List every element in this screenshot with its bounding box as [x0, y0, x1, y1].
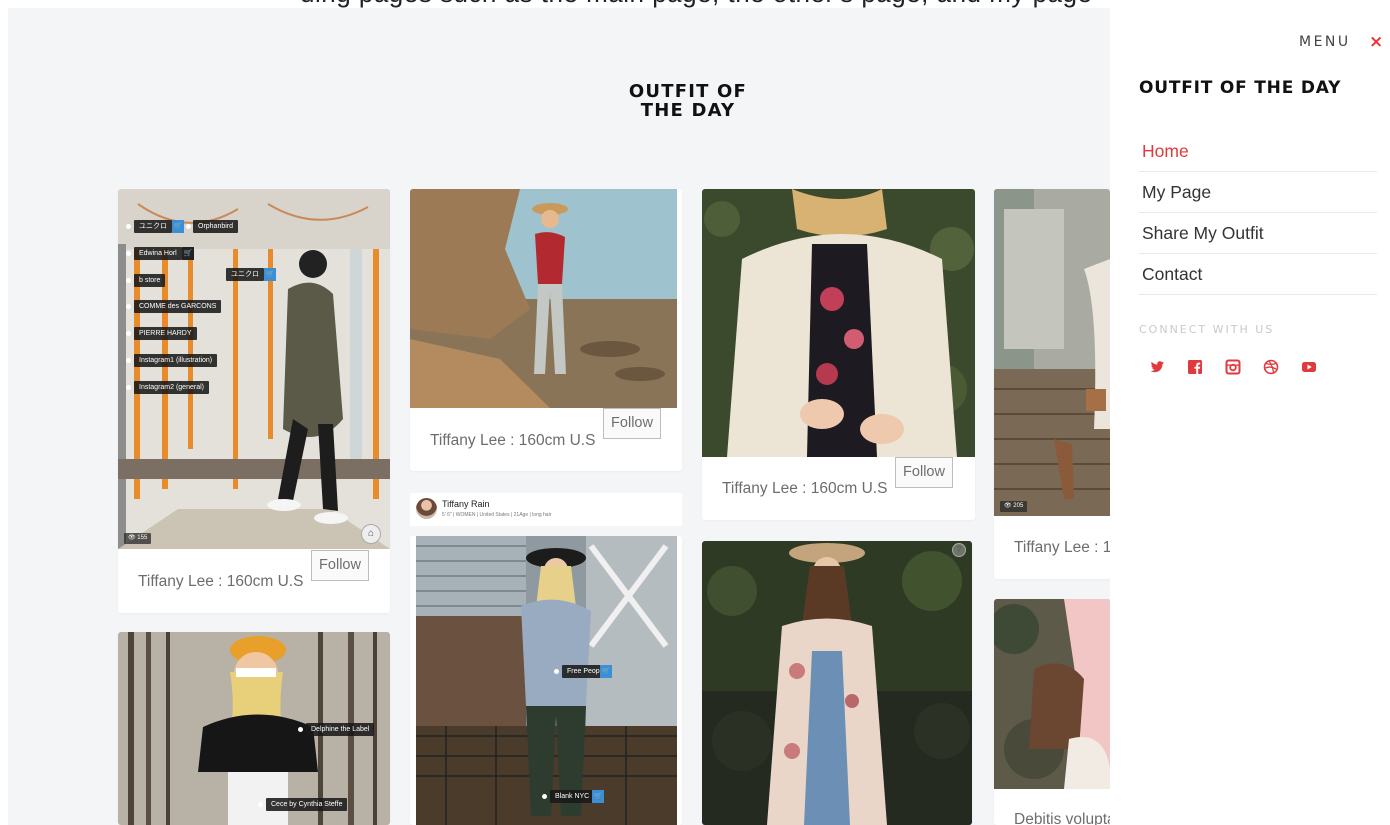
follow-button[interactable]: Follow — [895, 457, 953, 488]
product-tag[interactable]: Orphanbird — [193, 220, 239, 233]
handbag-photo-image — [994, 599, 1110, 789]
card-caption: Tiffany Lee : 16 — [1014, 539, 1110, 556]
menu-label: MENU — [1299, 34, 1351, 50]
beach-photo-image — [410, 189, 677, 408]
barn-photo-image — [416, 536, 677, 825]
social-links — [1148, 358, 1328, 378]
follow-button[interactable]: Follow — [311, 550, 369, 581]
product-tag[interactable]: Cece by Cynthia Steffe — [266, 798, 348, 811]
cutoff-heading: ding pages such as the main page, the ot… — [300, 0, 1092, 8]
tag-dot — [126, 358, 131, 363]
follow-button[interactable]: Follow — [603, 408, 661, 439]
tag-toggle-icon[interactable]: ⌂ — [361, 524, 381, 544]
tag-dot — [126, 304, 131, 309]
card-caption: Debitis volupta — [1014, 811, 1110, 825]
outfit-card[interactable]: ユニクロ 🛒 Orphanbird Edwina Horl 🛒 b store … — [118, 189, 390, 613]
avatar[interactable] — [416, 498, 437, 519]
product-tag[interactable]: PIERRE HARDY — [134, 327, 197, 340]
tag-dot — [298, 727, 303, 732]
product-tag[interactable]: COMME des GARCONS — [134, 300, 222, 313]
menu-item-home[interactable]: Home — [1139, 131, 1377, 172]
outfit-photo[interactable] — [410, 189, 677, 408]
tag-dot — [542, 794, 547, 799]
cart-icon[interactable]: 🛒 — [172, 220, 184, 233]
view-count-badge: 👁 205 — [1000, 501, 1028, 512]
profile-name[interactable]: Tiffany Rain — [442, 499, 490, 509]
menu-title: OUTFIT OF THE DAY — [1139, 78, 1342, 98]
tag-dot — [554, 669, 559, 674]
product-tag[interactable]: ユニクロ — [134, 220, 172, 233]
kimono-photo-image — [702, 541, 972, 825]
close-icon[interactable]: × — [1369, 32, 1383, 52]
cart-icon[interactable]: 🛒 — [600, 665, 612, 678]
user-profile-header[interactable]: Tiffany Rain 5' 6" | WOMEN | United Stat… — [410, 493, 682, 526]
card-caption: Tiffany Lee : 160cm U.S — [430, 432, 596, 449]
menu-item-my-page[interactable]: My Page — [1139, 172, 1377, 213]
cart-icon[interactable]: 🛒 — [592, 790, 604, 803]
main-content: OUTFIT OF THE DAY ユニクロ 🛒 Orphanbird Edwi… — [8, 8, 1110, 825]
product-tag[interactable]: Instagram2 (general) — [134, 381, 209, 394]
menu-item-contact[interactable]: Contact — [1139, 254, 1377, 295]
twitter-icon[interactable] — [1148, 358, 1166, 376]
tag-dot — [126, 251, 131, 256]
outfit-photo[interactable] — [702, 189, 975, 457]
tag-dot — [126, 224, 131, 229]
bookmark-icon[interactable]: ? — [952, 543, 966, 557]
outfit-photo[interactable]: Delphine the Label Cece by Cynthia Steff… — [118, 632, 390, 825]
product-tag[interactable]: ユニクロ — [226, 268, 264, 281]
teddy-coat-photo-image — [702, 189, 975, 457]
outfit-photo[interactable]: ユニクロ 🛒 Orphanbird Edwina Horl 🛒 b store … — [118, 189, 390, 549]
outfit-card[interactable]: Delphine the Label Cece by Cynthia Steff… — [118, 632, 390, 825]
product-tag[interactable]: Instagram1 (illustration) — [134, 354, 218, 367]
tag-dot — [126, 278, 131, 283]
page-title-line2: THE DAY — [640, 100, 736, 121]
card-caption: Tiffany Lee : 160cm U.S — [722, 480, 888, 497]
outfit-card[interactable]: Tiffany Lee : 160cm U.S Follow — [410, 189, 682, 471]
porch-photo-image — [994, 189, 1110, 516]
outfit-photo[interactable]: Free People 🛒 Blank NYC 🛒 — [416, 536, 677, 825]
product-tag[interactable]: Delphine the Label — [306, 723, 375, 736]
page-title-line1: OUTFIT OF — [628, 81, 748, 102]
cart-icon[interactable]: 🛒 — [264, 268, 276, 281]
tag-dot — [186, 224, 191, 229]
outfit-photo[interactable] — [994, 599, 1110, 789]
menu-panel: MENU × OUTFIT OF THE DAY Home My Page Sh… — [1110, 0, 1390, 825]
subway-photo-image — [118, 189, 390, 549]
facebook-icon[interactable] — [1186, 358, 1204, 376]
product-tag[interactable]: b store — [134, 274, 166, 287]
card-caption: Tiffany Lee : 160cm U.S — [138, 573, 304, 590]
product-tag[interactable]: Blank NYC — [550, 790, 595, 803]
view-count-badge: 👁 155 — [124, 533, 152, 544]
tag-dot — [126, 331, 131, 336]
top-cutoff-text: ding pages such as the main page, the ot… — [0, 0, 1110, 8]
instagram-icon[interactable] — [1224, 358, 1242, 376]
outfit-card[interactable]: Debitis volupta — [994, 599, 1110, 825]
page-title: OUTFIT OF THE DAY — [568, 82, 808, 120]
menu-nav: Home My Page Share My Outfit Contact — [1139, 131, 1377, 295]
outfit-card[interactable]: ? — [702, 541, 972, 825]
dribbble-icon[interactable] — [1262, 358, 1280, 376]
menu-item-share-my-outfit[interactable]: Share My Outfit — [1139, 213, 1377, 254]
outfit-card[interactable]: Free People 🛒 Blank NYC 🛒 — [410, 536, 682, 825]
tag-dot — [126, 385, 131, 390]
profile-meta: 5' 6" | WOMEN | United States | 21Age | … — [442, 512, 552, 518]
outfit-card[interactable]: Tiffany Lee : 160cm U.S Follow — [702, 189, 975, 520]
youtube-icon[interactable] — [1300, 358, 1318, 376]
outfit-card[interactable]: 👁 205 Tiffany Lee : 16 — [994, 189, 1110, 579]
product-tag[interactable]: Edwina Horl — [134, 247, 182, 260]
outfit-photo[interactable]: 👁 205 — [994, 189, 1110, 516]
cart-icon[interactable]: 🛒 — [182, 247, 194, 260]
tag-dot — [258, 802, 263, 807]
connect-label: CONNECT WITH US — [1139, 323, 1275, 336]
outfit-photo[interactable]: ? — [702, 541, 972, 825]
